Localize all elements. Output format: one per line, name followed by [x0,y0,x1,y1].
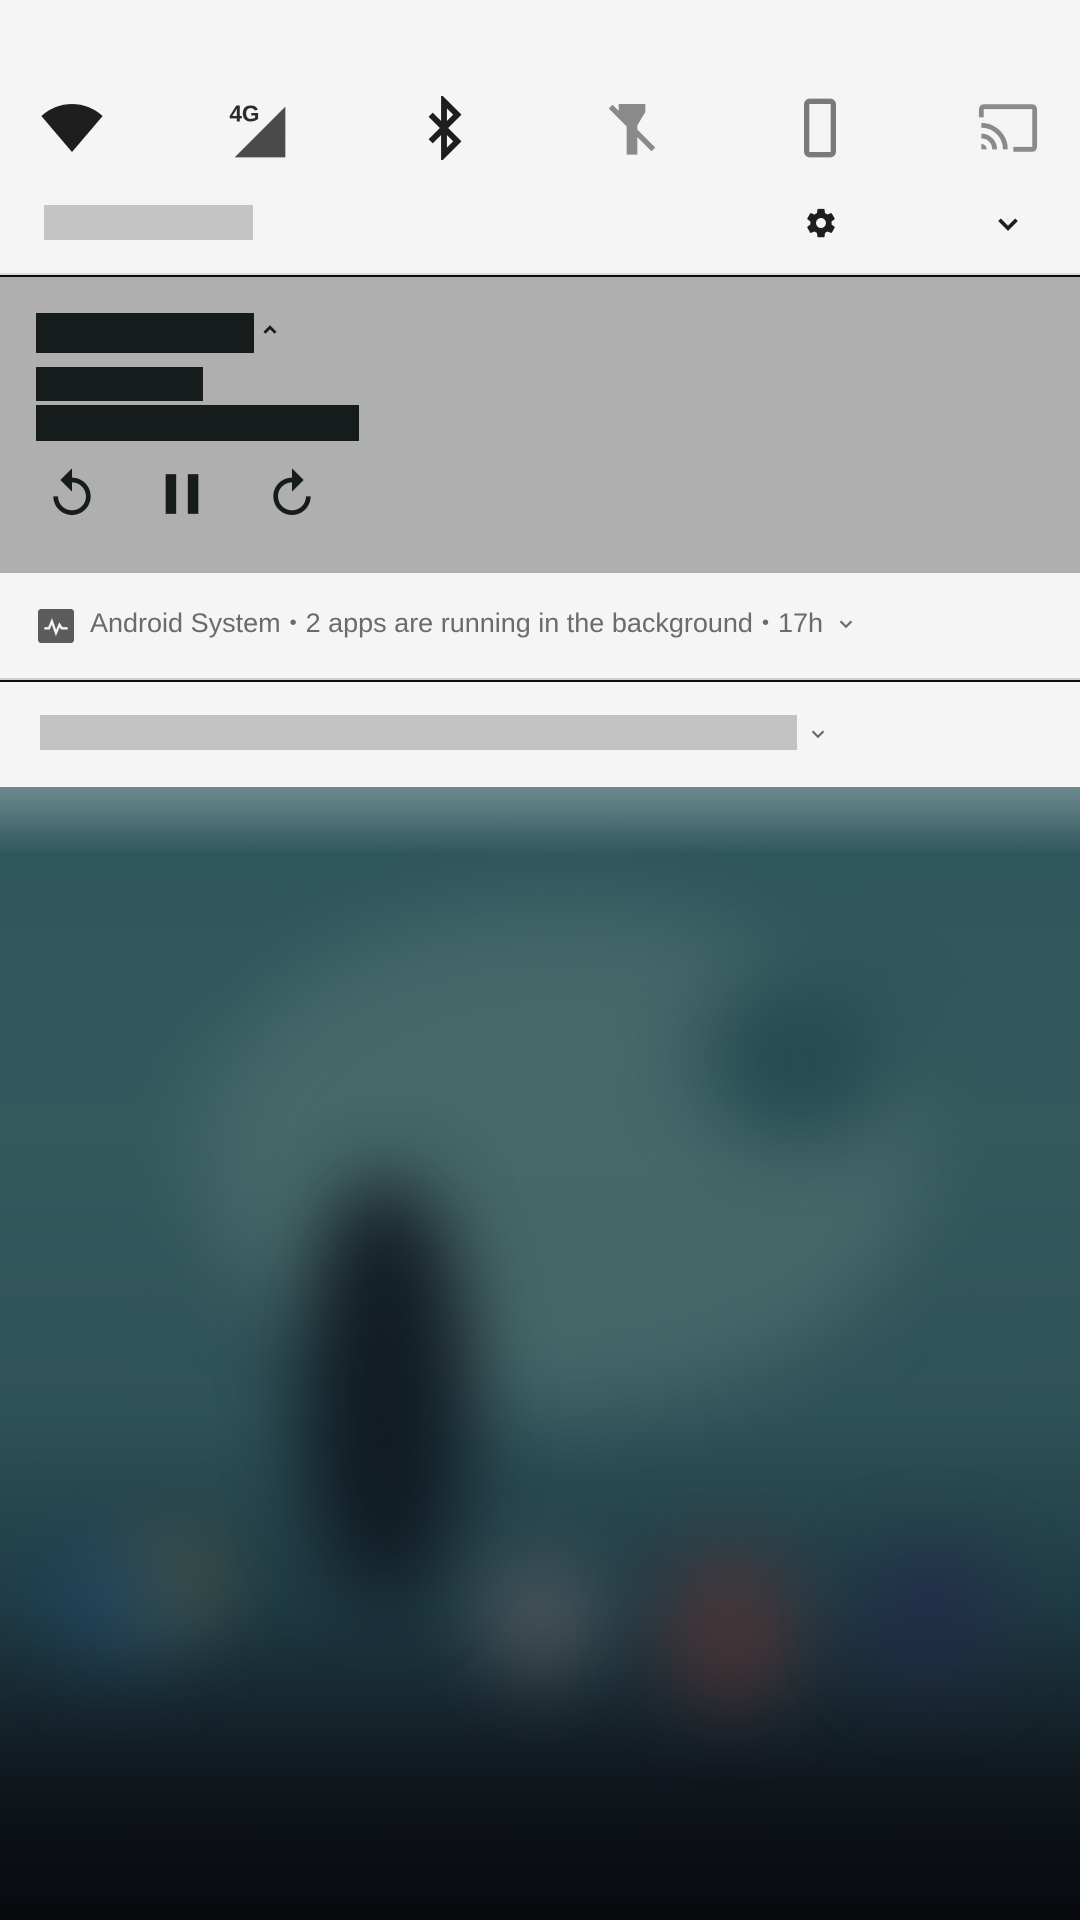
chevron-up-icon [263,325,277,334]
pause-button[interactable] [150,462,214,526]
forward-icon [273,468,311,515]
mobile-data-4g-icon: 4G [229,100,286,158]
flashlight-tile[interactable] [596,92,668,164]
auto-rotate-portrait-icon [804,98,836,158]
forward-button[interactable] [260,462,324,526]
gear-icon [807,208,835,238]
flashlight-off-icon [608,104,656,155]
notification-header: Android System • 2 apps are running in t… [90,608,857,639]
separator: • [289,612,297,634]
cast-icon [978,104,1038,152]
replay-button[interactable] [40,462,104,526]
expand-quick-settings-button[interactable] [984,200,1032,248]
mobile-data-tile[interactable]: 4G [220,92,292,164]
cast-tile[interactable] [972,92,1044,164]
media-collapse-button[interactable] [258,318,282,342]
bluetooth-tile[interactable] [408,92,480,164]
bluetooth-icon [428,96,462,160]
wifi-icon [41,104,103,152]
media-app-name-redacted [36,313,254,353]
chevron-down-icon [839,619,853,628]
notification-expand-button[interactable] [835,613,857,635]
pause-icon [165,474,199,514]
chevron-down-icon [811,730,825,739]
notification-message: 2 apps are running in the background [305,608,753,638]
wifi-tile[interactable] [36,92,108,164]
media-subtitle-redacted [36,405,359,441]
android-system-notification[interactable]: Android System • 2 apps are running in t… [0,573,1080,680]
notification-content-redacted [40,715,797,750]
settings-button[interactable] [797,199,845,247]
notification-expand-button[interactable] [806,722,830,746]
activity-monitor-icon [38,609,74,643]
auto-rotate-tile[interactable] [784,92,856,164]
media-title-redacted [36,367,203,401]
notification-app-name: Android System [90,608,281,638]
blurred-home-wallpaper [0,787,1080,1920]
notification-time: 17h [777,608,824,638]
separator: • [761,612,769,634]
collapsed-notification[interactable] [0,682,1080,787]
mobile-data-label: 4G [229,100,259,126]
chevron-down-icon [998,218,1018,231]
replay-back-icon [53,468,91,515]
quick-settings-panel: 4G [0,0,1080,275]
brightness-slider[interactable] [44,205,253,240]
